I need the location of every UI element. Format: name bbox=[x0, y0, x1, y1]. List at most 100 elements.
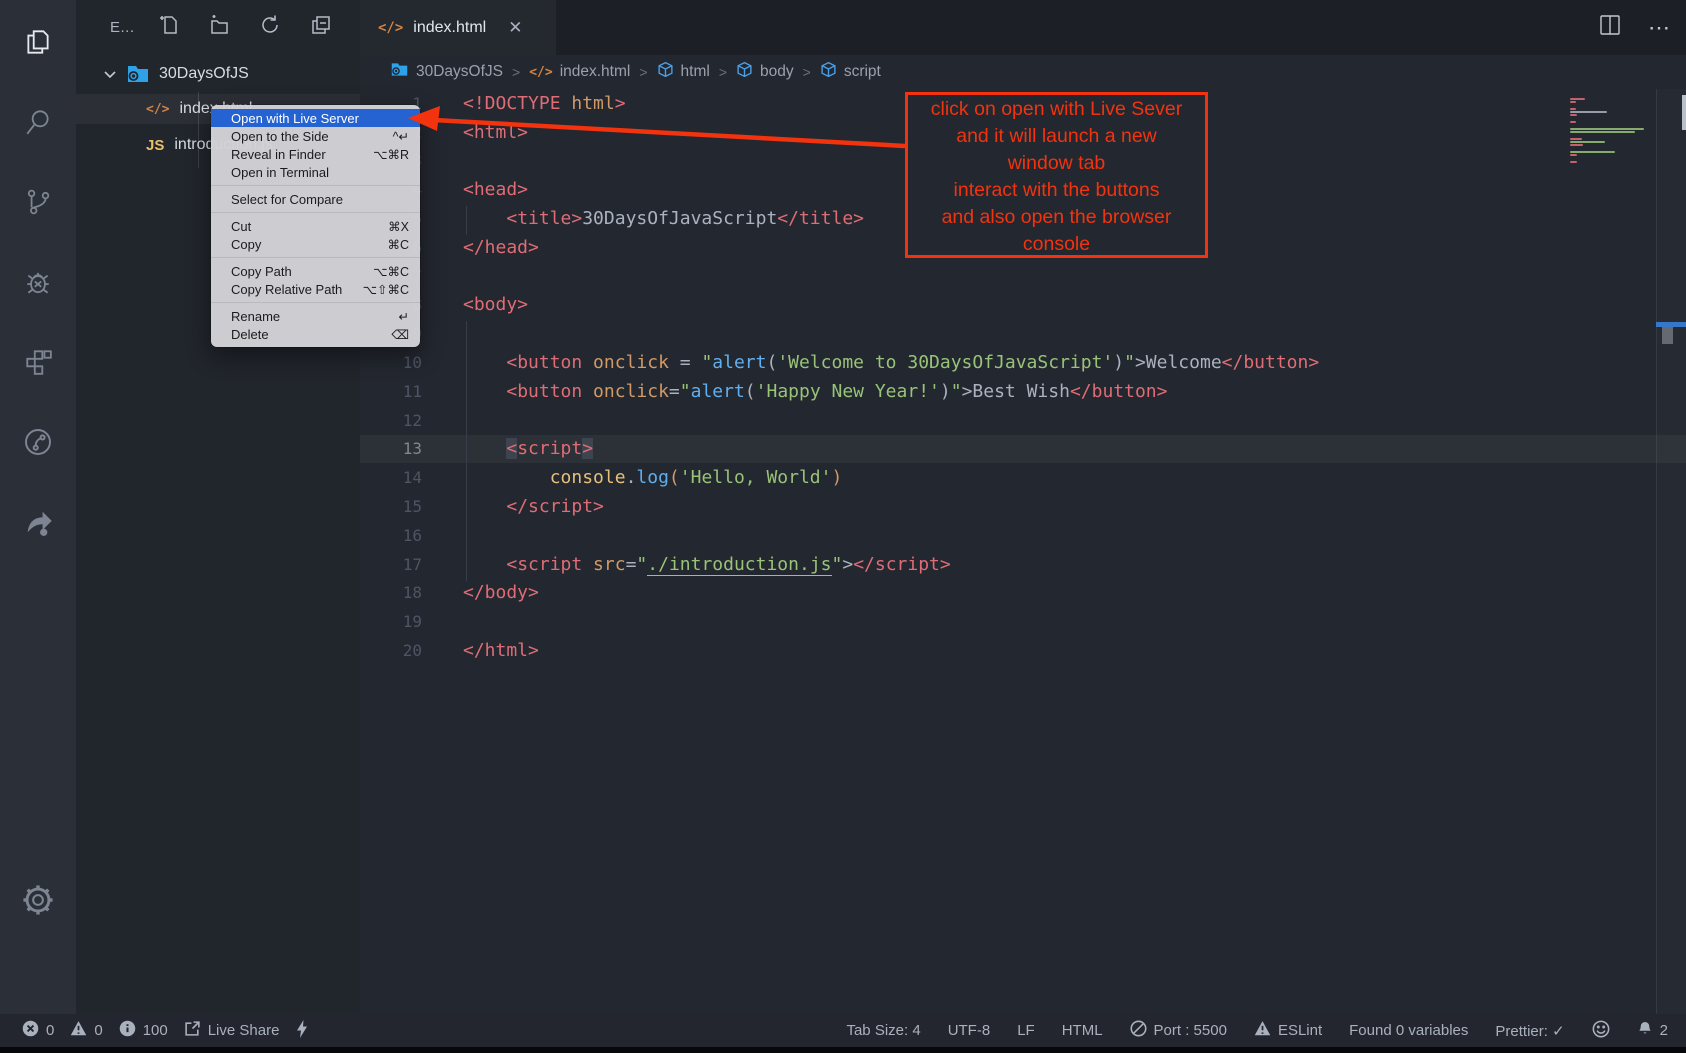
code-line[interactable]: 9 bbox=[360, 319, 1686, 348]
status-item-smiley-icon[interactable] bbox=[1592, 1020, 1610, 1042]
folder-icon bbox=[390, 61, 409, 83]
menu-item-delete[interactable]: Delete⌫ bbox=[211, 325, 420, 343]
breadcrumb: 30DaysOfJS></>index.html>html>body>scrip… bbox=[390, 55, 881, 89]
code-line[interactable]: 18</body> bbox=[360, 579, 1686, 608]
tab-index-html[interactable]: </> index.html ✕ bbox=[360, 0, 556, 55]
line-number: 14 bbox=[360, 468, 422, 487]
status-item-0[interactable]: 0 bbox=[70, 1020, 102, 1041]
menu-item-label: Open with Live Server bbox=[231, 111, 359, 126]
more-actions-icon[interactable]: ⋯ bbox=[1648, 23, 1672, 33]
scrollbar-thumb[interactable] bbox=[1682, 95, 1686, 130]
status-item-label: 0 bbox=[94, 1022, 102, 1039]
collapse-all-icon[interactable] bbox=[310, 14, 332, 41]
code-icon: </> bbox=[529, 63, 552, 81]
circle-branch-icon[interactable] bbox=[0, 412, 76, 472]
line-number: 10 bbox=[360, 353, 422, 372]
menu-item-cut[interactable]: Cut⌘X bbox=[211, 217, 420, 235]
line-number: 16 bbox=[360, 526, 422, 545]
menu-item-open-to-the-side[interactable]: Open to the Side^↵ bbox=[211, 127, 420, 145]
code-line[interactable]: 20</html> bbox=[360, 636, 1686, 665]
code-line[interactable]: 8<body> bbox=[360, 291, 1686, 320]
status-item-label: UTF-8 bbox=[948, 1022, 991, 1039]
menu-item-label: Open in Terminal bbox=[231, 165, 329, 180]
menu-item-open-in-terminal[interactable]: Open in Terminal bbox=[211, 163, 420, 181]
code-line[interactable]: 12 bbox=[360, 406, 1686, 435]
new-folder-icon[interactable] bbox=[208, 14, 230, 41]
source-control-icon[interactable] bbox=[0, 172, 76, 232]
code-line[interactable]: 17 <script src="./introduction.js"></scr… bbox=[360, 550, 1686, 579]
folder-icon bbox=[126, 63, 150, 85]
explorer-icon[interactable] bbox=[0, 12, 76, 72]
menu-item-select-for-compare[interactable]: Select for Compare bbox=[211, 190, 420, 208]
menu-item-label: Copy Path bbox=[231, 264, 292, 279]
code-line[interactable]: 13 <script> bbox=[360, 435, 1686, 464]
status-item-bolt-icon[interactable] bbox=[295, 1020, 309, 1042]
menu-item-label: Copy Relative Path bbox=[231, 282, 342, 297]
menu-item-copy[interactable]: Copy⌘C bbox=[211, 235, 420, 253]
minimap-line bbox=[1570, 111, 1607, 113]
breadcrumb-label: index.html bbox=[560, 63, 631, 81]
status-item-0[interactable]: 0 bbox=[22, 1020, 54, 1041]
status-item-html[interactable]: HTML bbox=[1062, 1022, 1103, 1039]
minimap-line bbox=[1570, 128, 1644, 130]
menu-item-open-with-live-server[interactable]: Open with Live Server bbox=[211, 109, 420, 127]
line-number: 12 bbox=[360, 411, 422, 430]
minimap-line bbox=[1570, 101, 1576, 103]
status-item-utf-8[interactable]: UTF-8 bbox=[948, 1022, 991, 1039]
breadcrumb-item-html[interactable]: html bbox=[657, 61, 710, 83]
status-item-2[interactable]: 2 bbox=[1637, 1020, 1668, 1041]
status-item-100[interactable]: 100 bbox=[119, 1020, 168, 1041]
menu-item-reveal-in-finder[interactable]: Reveal in Finder⌥⌘R bbox=[211, 145, 420, 163]
search-icon[interactable] bbox=[0, 92, 76, 152]
breadcrumb-item-script[interactable]: script bbox=[820, 61, 881, 83]
status-item-found-0-variables[interactable]: Found 0 variables bbox=[1349, 1022, 1468, 1039]
minimap-line bbox=[1570, 98, 1585, 100]
status-item-tab-size-4[interactable]: Tab Size: 4 bbox=[846, 1022, 920, 1039]
code-text: </html> bbox=[463, 640, 539, 661]
status-item-lf[interactable]: LF bbox=[1017, 1022, 1035, 1039]
symbol-icon bbox=[736, 61, 753, 83]
run-debug-icon[interactable] bbox=[0, 252, 76, 312]
code-text: <body> bbox=[463, 294, 528, 315]
warning-icon bbox=[1254, 1020, 1271, 1041]
new-file-icon[interactable] bbox=[157, 14, 179, 41]
settings-gear-icon[interactable] bbox=[0, 870, 76, 930]
refresh-icon[interactable] bbox=[259, 14, 281, 41]
code-line[interactable]: 11 <button onclick="alert('Happy New Yea… bbox=[360, 377, 1686, 406]
split-editor-icon[interactable] bbox=[1598, 13, 1622, 42]
overview-ruler[interactable] bbox=[1656, 89, 1686, 1014]
status-item-port-5500[interactable]: Port : 5500 bbox=[1130, 1020, 1227, 1041]
status-item-label: Tab Size: 4 bbox=[846, 1022, 920, 1039]
breadcrumb-item-30daysofjs[interactable]: 30DaysOfJS bbox=[390, 61, 503, 83]
menu-item-shortcut: ⌘X bbox=[388, 219, 409, 234]
code-line[interactable]: 19 bbox=[360, 607, 1686, 636]
code-line[interactable]: 14 console.log('Hello, World') bbox=[360, 463, 1686, 492]
breadcrumb-item-body[interactable]: body bbox=[736, 61, 794, 83]
status-right-group: Tab Size: 4 UTF-8 LF HTML Port : 5500 ESLint F… bbox=[846, 1020, 1668, 1042]
line-number: 15 bbox=[360, 497, 422, 516]
menu-separator bbox=[211, 185, 420, 186]
tab-close-icon[interactable]: ✕ bbox=[508, 18, 522, 38]
ruler-scroll-handle[interactable] bbox=[1662, 327, 1673, 344]
code-line[interactable]: 7 bbox=[360, 262, 1686, 291]
status-item-prettier[interactable]: Prettier: ✓ bbox=[1495, 1022, 1564, 1040]
live-share-icon[interactable] bbox=[0, 492, 76, 552]
html-file-icon: </> bbox=[378, 20, 403, 36]
code-text: </head> bbox=[463, 237, 539, 258]
minimap[interactable] bbox=[1570, 98, 1650, 164]
tree-root-folder[interactable]: 30DaysOfJS bbox=[76, 59, 360, 89]
menu-item-rename[interactable]: Rename↵ bbox=[211, 307, 420, 325]
menu-item-copy-path[interactable]: Copy Path⌥⌘C bbox=[211, 262, 420, 280]
code-line[interactable]: 10 <button onclick = "alert('Welcome to … bbox=[360, 348, 1686, 377]
status-item-live-share[interactable]: Live Share bbox=[184, 1020, 280, 1041]
status-item-label: 2 bbox=[1660, 1022, 1668, 1039]
annotation-line: window tab bbox=[908, 150, 1205, 177]
menu-item-shortcut: ⌥⇧⌘C bbox=[363, 282, 409, 297]
breadcrumb-item-index-html[interactable]: </> index.html bbox=[529, 63, 630, 81]
code-line[interactable]: 16 bbox=[360, 521, 1686, 550]
menu-item-copy-relative-path[interactable]: Copy Relative Path ⌥⇧⌘C bbox=[211, 280, 420, 298]
window-bottom-edge bbox=[0, 1047, 1686, 1053]
code-line[interactable]: 15 </script> bbox=[360, 492, 1686, 521]
extensions-icon[interactable] bbox=[0, 332, 76, 392]
status-item-eslint[interactable]: ESLint bbox=[1254, 1020, 1322, 1041]
